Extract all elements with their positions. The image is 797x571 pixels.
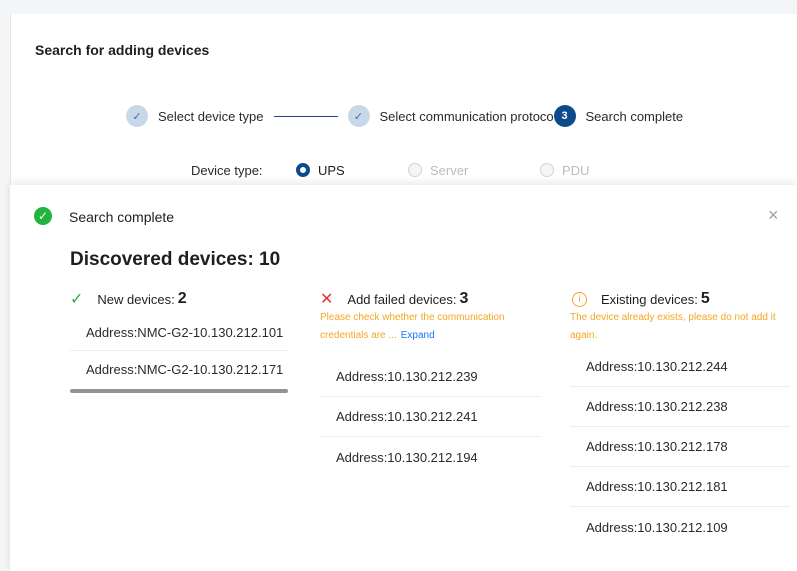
list-item: Address:NMC-G2-10.130.212.101 bbox=[70, 315, 288, 351]
expand-link[interactable]: Expand bbox=[401, 330, 435, 341]
radio-label: UPS bbox=[318, 162, 345, 178]
step-check-icon: ✓ bbox=[347, 105, 370, 127]
radio-pdu[interactable]: PDU bbox=[540, 163, 589, 178]
step-indicator: ✓ Select device type ✓ Select communicat… bbox=[126, 104, 683, 128]
failed-devices-count: 3 bbox=[459, 290, 469, 307]
step-check-icon: ✓ bbox=[126, 105, 148, 127]
discovered-count: Discovered devices: 10 bbox=[70, 249, 281, 270]
new-devices-list: Address:NMC-G2-10.130.212.101 Address:NM… bbox=[70, 315, 288, 387]
result-title: Search complete bbox=[69, 209, 175, 225]
step-label: Select device type bbox=[158, 108, 264, 124]
new-devices-count: 2 bbox=[177, 290, 187, 307]
radio-label: Server bbox=[430, 162, 469, 178]
device-type-selector: Device type: UPS Server PDU bbox=[191, 161, 589, 179]
check-icon: ✓ bbox=[70, 291, 84, 308]
step-connector bbox=[273, 115, 338, 117]
list-item: Address:10.130.212.241 bbox=[320, 397, 540, 437]
cross-icon: ✕ bbox=[320, 291, 334, 308]
radio-server[interactable]: Server bbox=[408, 163, 540, 178]
failed-devices-header: ✕ Add failed devices: 3 bbox=[320, 289, 540, 309]
list-item: Address:10.130.212.181 bbox=[570, 467, 790, 507]
existing-devices-note: The device already exists, please do not… bbox=[570, 312, 776, 341]
radio-label: PDU bbox=[562, 162, 590, 178]
new-devices-header: ✓ New devices: 2 bbox=[70, 289, 288, 309]
step-label: Select communication protocol bbox=[379, 108, 554, 124]
list-item: Address:10.130.212.194 bbox=[336, 449, 478, 465]
new-devices-column: ✓ New devices: 2 Address:NMC-G2-10.130.2… bbox=[70, 289, 288, 393]
list-item: Address:10.130.212.178 bbox=[570, 427, 790, 467]
info-icon: i bbox=[572, 291, 587, 307]
existing-devices-count: 5 bbox=[700, 290, 710, 307]
step-select-protocol: ✓ Select communication protocol bbox=[347, 105, 554, 127]
device-type-label: Device type: bbox=[191, 162, 263, 178]
existing-devices-label: Existing devices: bbox=[601, 291, 698, 307]
list-item: Address:10.130.212.109 bbox=[586, 519, 728, 535]
dialog-title: Search for adding devices bbox=[35, 42, 210, 58]
step-number: 3 bbox=[553, 105, 576, 127]
radio-indicator bbox=[540, 163, 554, 177]
new-devices-label: New devices: bbox=[97, 291, 175, 307]
radio-indicator bbox=[296, 163, 310, 177]
list-item: Address:10.130.212.239 bbox=[320, 357, 540, 397]
failed-devices-column: ✕ Add failed devices: 3 Please check whe… bbox=[320, 289, 540, 477]
list-item: Address:10.130.212.244 bbox=[570, 347, 790, 387]
step-select-device-type: ✓ Select device type bbox=[126, 105, 264, 127]
success-icon: ✓ bbox=[34, 207, 52, 225]
radio-indicator bbox=[408, 163, 422, 177]
existing-devices-header: i Existing devices: 5 bbox=[570, 289, 790, 309]
horizontal-scrollbar[interactable] bbox=[70, 389, 288, 393]
existing-devices-list: Address:10.130.212.244 Address:10.130.21… bbox=[570, 347, 790, 547]
failed-devices-list: Address:10.130.212.239 Address:10.130.21… bbox=[320, 357, 540, 477]
failed-devices-note: Please check whether the communication c… bbox=[320, 309, 540, 345]
close-icon[interactable]: × bbox=[768, 205, 779, 226]
list-item: Address:10.130.212.238 bbox=[570, 387, 790, 427]
failed-devices-label: Add failed devices: bbox=[347, 291, 457, 307]
step-search-complete: 3 Search complete bbox=[553, 105, 684, 127]
list-item: Address:NMC-G2-10.130.212.171 bbox=[86, 361, 284, 377]
existing-devices-column: i Existing devices: 5 The device already… bbox=[570, 289, 790, 547]
search-result-panel: ✓ Search complete × Discovered devices: … bbox=[10, 185, 797, 571]
step-label: Search complete bbox=[585, 108, 684, 124]
radio-ups[interactable]: UPS bbox=[296, 163, 408, 178]
